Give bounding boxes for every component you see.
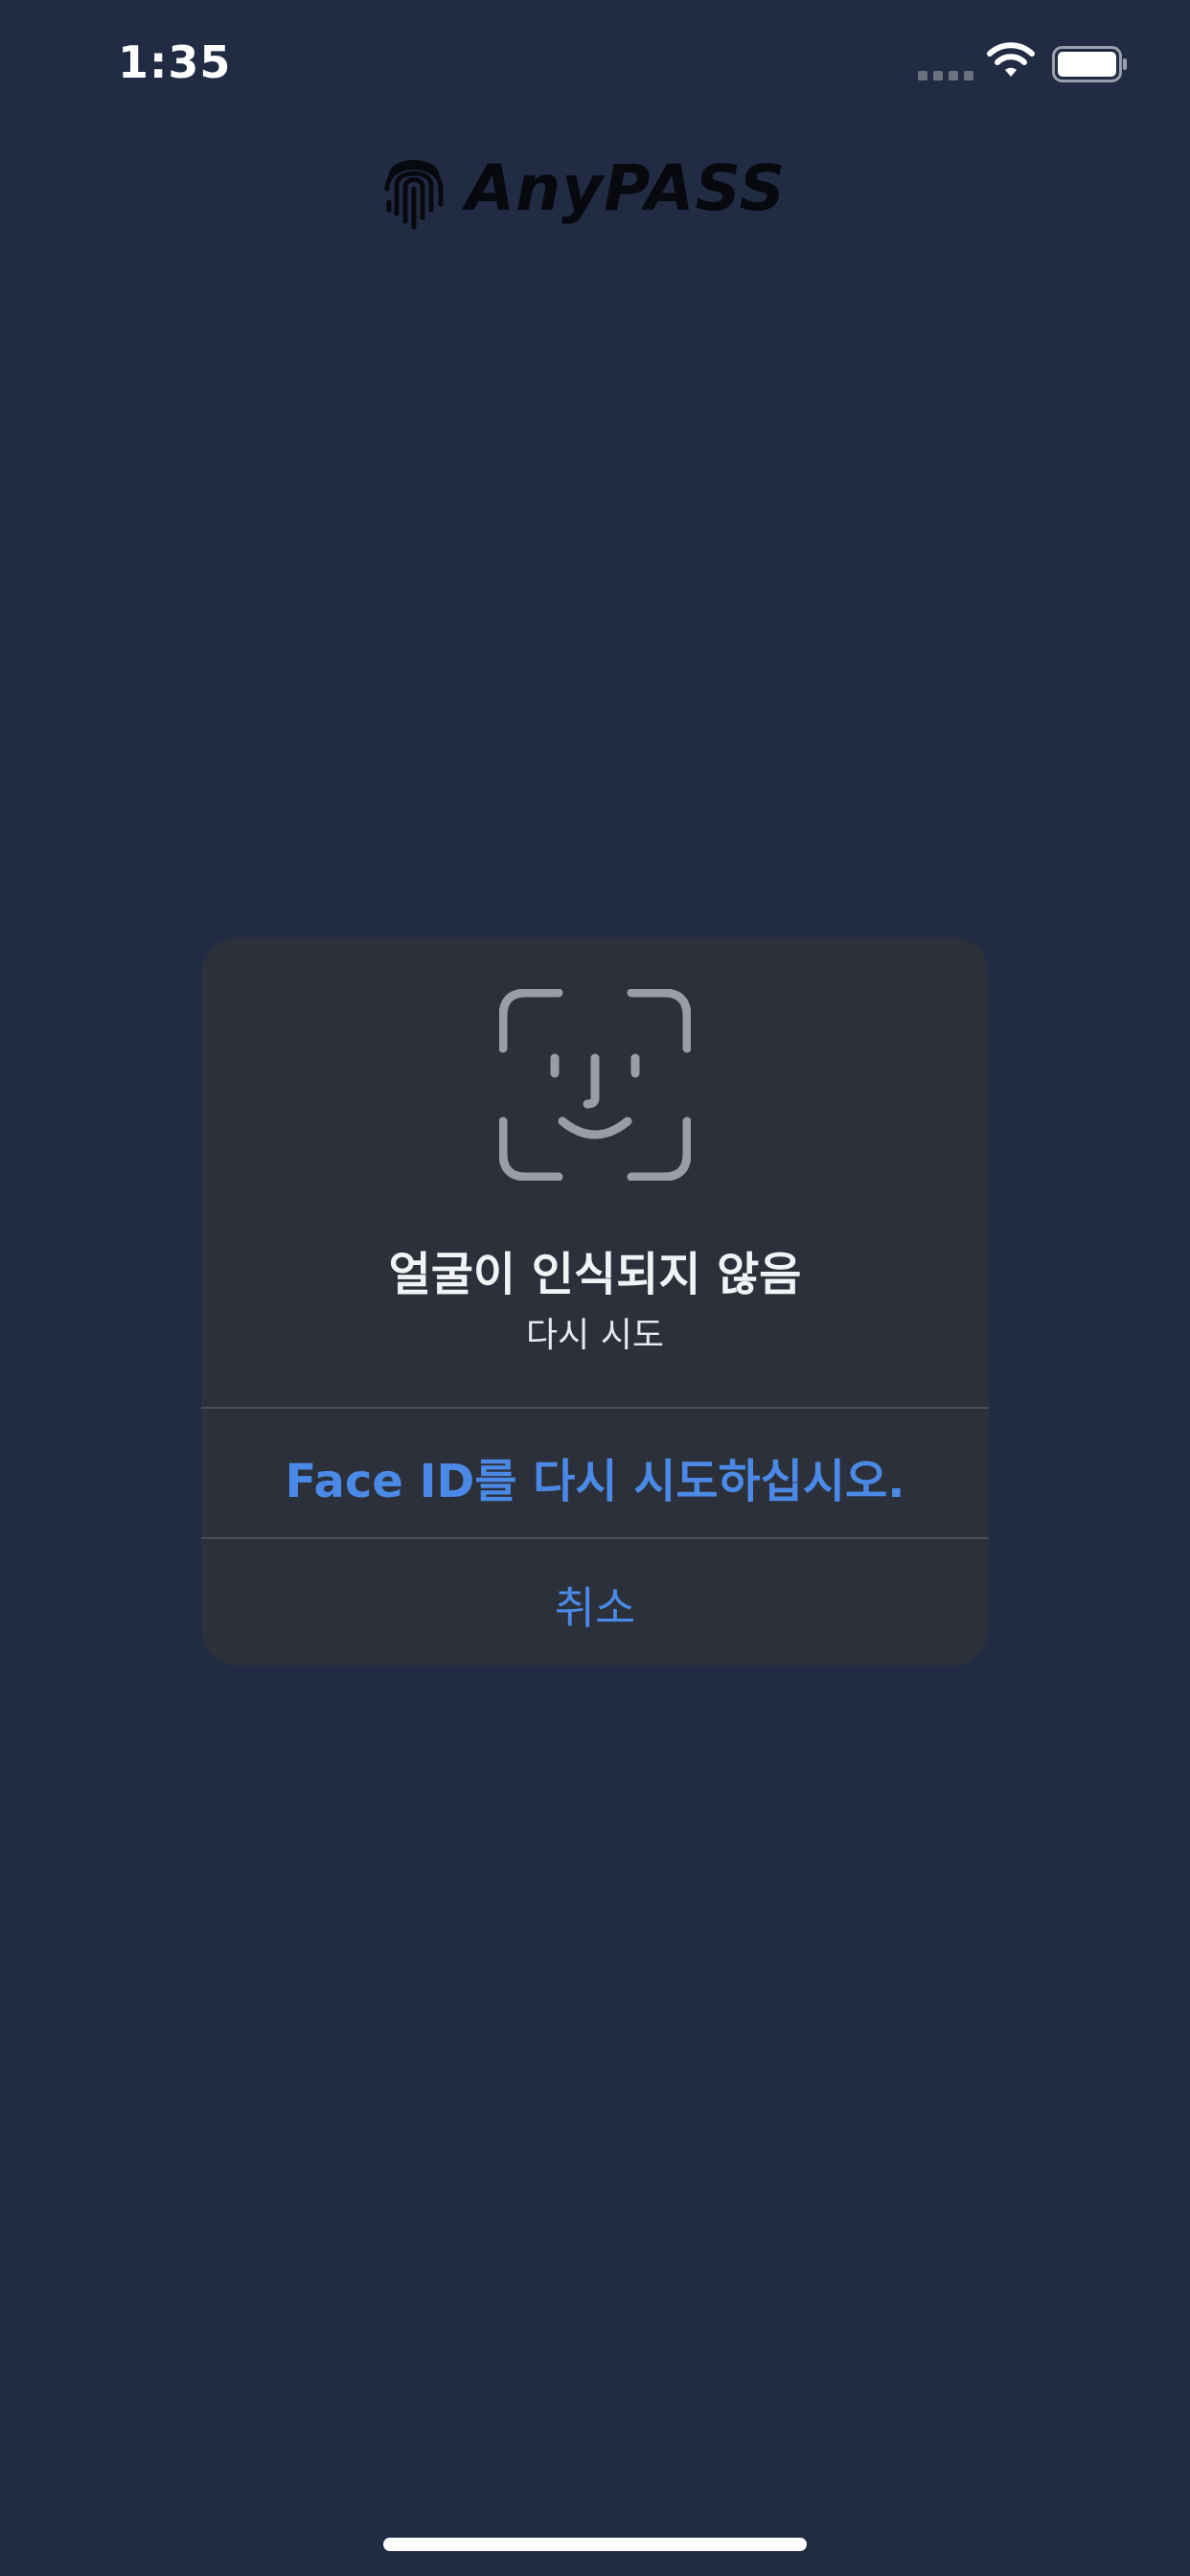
home-indicator[interactable] — [383, 2538, 807, 2551]
status-bar: 1:35 — [0, 0, 1190, 134]
battery-icon — [1052, 46, 1127, 82]
divider — [201, 1537, 989, 1539]
wifi-icon — [987, 42, 1035, 77]
dialog-title: 얼굴이 인식되지 않음 — [388, 1248, 802, 1301]
divider — [201, 1407, 989, 1409]
faceid-dialog: 얼굴이 인식되지 않음 다시 시도 Face ID를 다시 시도하십시오. 취소 — [201, 937, 989, 1666]
retry-face-id-button[interactable]: Face ID를 다시 시도하십시오. — [201, 1443, 989, 1510]
app-logo: AnyPASS — [383, 146, 805, 232]
fingerprint-icon — [384, 160, 444, 230]
cancel-button[interactable]: 취소 — [201, 1574, 989, 1637]
app-name: AnyPASS — [466, 151, 787, 225]
status-time: 1:35 — [118, 36, 232, 88]
face-id-icon — [499, 989, 691, 1181]
dialog-subtitle: 다시 시도 — [526, 1316, 664, 1355]
cellular-signal-icon — [918, 71, 973, 80]
